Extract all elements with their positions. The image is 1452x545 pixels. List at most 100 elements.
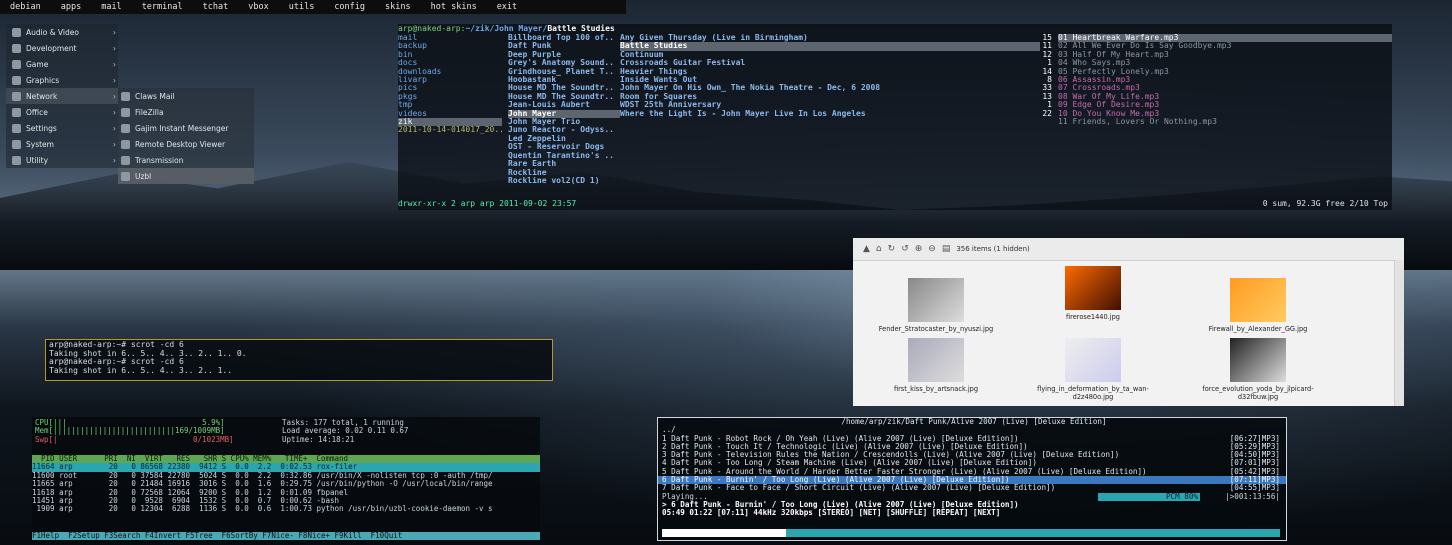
rc3n-entry[interactable]: 1 [1022,101,1052,109]
topbar-item-8[interactable]: skins [375,2,421,12]
rc4-entry[interactable]: 04 Who Says.mp3 [1058,59,1392,67]
rc3-entry[interactable]: Inside Wants Out [620,76,1040,84]
topbar-item-6[interactable]: utils [279,2,325,12]
menu-item-utility[interactable]: Utility › [6,152,118,168]
rc1-entry[interactable]: 2011-10-14-014017_20.. [398,126,502,134]
rc2-entry[interactable]: Grey's Anatomy Sound.. [508,59,620,67]
rc1-entry[interactable]: videos [398,110,502,118]
rc1-entry[interactable]: bin [398,51,502,59]
rc3n-entry[interactable]: 22 [1022,110,1052,118]
rc2-entry[interactable]: Juno Reactor - Odyss.. [508,126,620,134]
rc1-entry[interactable]: livarp [398,76,502,84]
submenu-item-0[interactable]: Claws Mail [118,88,254,104]
rc1-entry[interactable]: tmp [398,101,502,109]
rc4-entry[interactable]: 01 Heartbreak Warfare.mp3 [1058,34,1392,43]
rc2-entry[interactable]: Hoobastank [508,76,620,84]
rc2-entry[interactable]: Billboard Top 100 of.. [508,34,620,42]
topbar-item-0[interactable]: debian [0,2,51,12]
rc3-entry[interactable]: Heavier Things [620,68,1040,76]
rc4-entry[interactable]: 08 War Of My Life.mp3 [1058,93,1392,101]
rc2-entry[interactable]: John Mayer Trio [508,118,620,126]
file-tile[interactable]: flying_in_deformation_by_ta_wan-d2z480o.… [1028,338,1158,401]
rc1-entry[interactable]: pics [398,84,502,92]
rc2-entry[interactable]: Deep Purple [508,51,620,59]
back-icon[interactable]: ↺ [901,244,909,254]
menu-item-graphics[interactable]: Graphics › [6,72,118,88]
view-icon[interactable]: ▤ [942,244,951,254]
zoom-in-icon[interactable]: ⊕ [915,244,923,254]
rc3n-entry[interactable]: 11 [1022,42,1052,50]
submenu-item-2[interactable]: Gajim Instant Messenger [118,120,254,136]
rc1-entry[interactable]: zik [398,118,502,127]
submenu-item-3[interactable]: Remote Desktop Viewer [118,136,254,152]
rc3-entry[interactable]: Continuum [620,51,1040,59]
file-tile[interactable]: Firewall_by_Alexander_GG.jpg [1193,278,1323,333]
submenu-item-1[interactable]: FileZilla [118,104,254,120]
rc2-entry[interactable]: House MD The Soundtr.. [508,84,620,92]
rc3n-entry[interactable]: 15 [1022,34,1052,42]
menu-item-system[interactable]: System › [6,136,118,152]
rc3-entry[interactable]: Any Given Thursday (Live in Birmingham) [620,34,1040,42]
up-arrow-icon[interactable]: ▲ [863,244,870,254]
topbar-item-1[interactable]: apps [51,2,91,12]
rc3-entry[interactable]: WDST 25th Anniversary [620,101,1040,109]
rc3n-entry[interactable]: 12 [1022,51,1052,59]
menu-item-audio-video[interactable]: Audio & Video › [6,24,118,40]
rc3n-entry[interactable]: 8 [1022,76,1052,84]
file-tile[interactable]: force_evolution_yoda_by_jlpicard-d32fbuw… [1193,338,1323,401]
home-icon[interactable]: ⌂ [876,244,882,254]
rc1-entry[interactable]: mail [398,34,502,42]
topbar-item-5[interactable]: vbox [238,2,278,12]
function-keys-bar[interactable]: F1Help F2Setup F3Search F4Invert F5Tree … [32,531,540,540]
rc2-entry[interactable]: Jean-Louis Aubert [508,101,620,109]
topbar-item-10[interactable]: exit [487,2,527,12]
rc2-entry[interactable]: House MD The Soundtr.. [508,93,620,101]
topbar-item-7[interactable]: config [324,2,375,12]
rc3n-entry[interactable]: 14 [1022,68,1052,76]
rc2-entry[interactable]: OST - Reservoir Dogs [508,143,620,151]
menu-item-game[interactable]: Game › [6,56,118,72]
rc4-entry[interactable]: 06 Assassin.mp3 [1058,76,1392,84]
topbar-item-9[interactable]: hot skins [421,2,487,12]
rc2-entry[interactable]: Rockline vol2(CD 1) [508,177,620,185]
rc4-entry[interactable]: 03 Half Of My Heart.mp3 [1058,51,1392,59]
refresh-icon[interactable]: ↻ [888,244,896,254]
topbar-item-4[interactable]: tchat [193,2,239,12]
rc3-entry[interactable]: Room for Squares [620,93,1040,101]
rc3n-entry[interactable]: 13 [1022,93,1052,101]
rc3-entry[interactable]: Crossroads Guitar Festival [620,59,1040,67]
menu-item-settings[interactable]: Settings › [6,120,118,136]
rc3-entry[interactable]: John Mayer On His Own_ The Nokia Theatre… [620,84,1040,92]
topbar-item-3[interactable]: terminal [132,2,193,12]
rc1-entry[interactable]: downloads [398,68,502,76]
rc2-entry[interactable]: Rare Earth [508,160,620,168]
rc4-entry[interactable]: 02 All We Ever Do Is Say Goodbye.mp3 [1058,42,1392,50]
volume-indicator[interactable]: PCM 80% [1098,492,1200,501]
submenu-item-5[interactable]: Uzbl [118,168,254,184]
process-row[interactable]: 1909 arp 20 0 12304 6288 1136 S 0.0 0.6 … [32,504,540,513]
progress-track[interactable] [662,529,1280,537]
rc3n-entry[interactable]: 33 [1022,84,1052,92]
zoom-out-icon[interactable]: ⊖ [928,244,936,254]
topbar-item-2[interactable]: mail [91,2,131,12]
submenu-item-4[interactable]: Transmission [118,152,254,168]
rc4-entry[interactable]: 11 Friends, Lovers Or Nothing.mp3 [1058,118,1392,126]
file-tile[interactable]: Fender_Stratocaster_by_nyuszi.jpg [871,278,1001,333]
rc4-entry[interactable]: 10 Do You Know Me.mp3 [1058,110,1392,118]
rc2-entry[interactable]: Rockline [508,169,620,177]
rc1-entry[interactable]: backup [398,42,502,50]
file-tile[interactable]: first_kiss_by_artsnack.jpg [871,338,1001,393]
rc3-entry[interactable]: Battle Studies [620,42,1040,51]
rc2-entry[interactable]: John Mayer [508,109,620,119]
rc2-entry[interactable]: Quentin Tarantino's .. [508,152,620,160]
rc4-entry[interactable]: 05 Perfectly Lonely.mp3 [1058,68,1392,76]
rc2-entry[interactable]: Grindhouse_ Planet T.. [508,68,620,76]
menu-item-office[interactable]: Office › [6,104,118,120]
rc3-entry[interactable]: Where the Light Is - John Mayer Live In … [620,110,1040,118]
rc1-entry[interactable]: docs [398,59,502,67]
fm-scrollbar[interactable] [1394,260,1404,406]
file-tile[interactable]: firerose1440.jpg [1028,266,1158,321]
rc2-entry[interactable]: Led Zeppelin [508,135,620,143]
terminal-window[interactable]: arp@naked-arp:~# scrot -cd 6 Taking shot … [45,339,553,381]
menu-item-development[interactable]: Development › [6,40,118,56]
